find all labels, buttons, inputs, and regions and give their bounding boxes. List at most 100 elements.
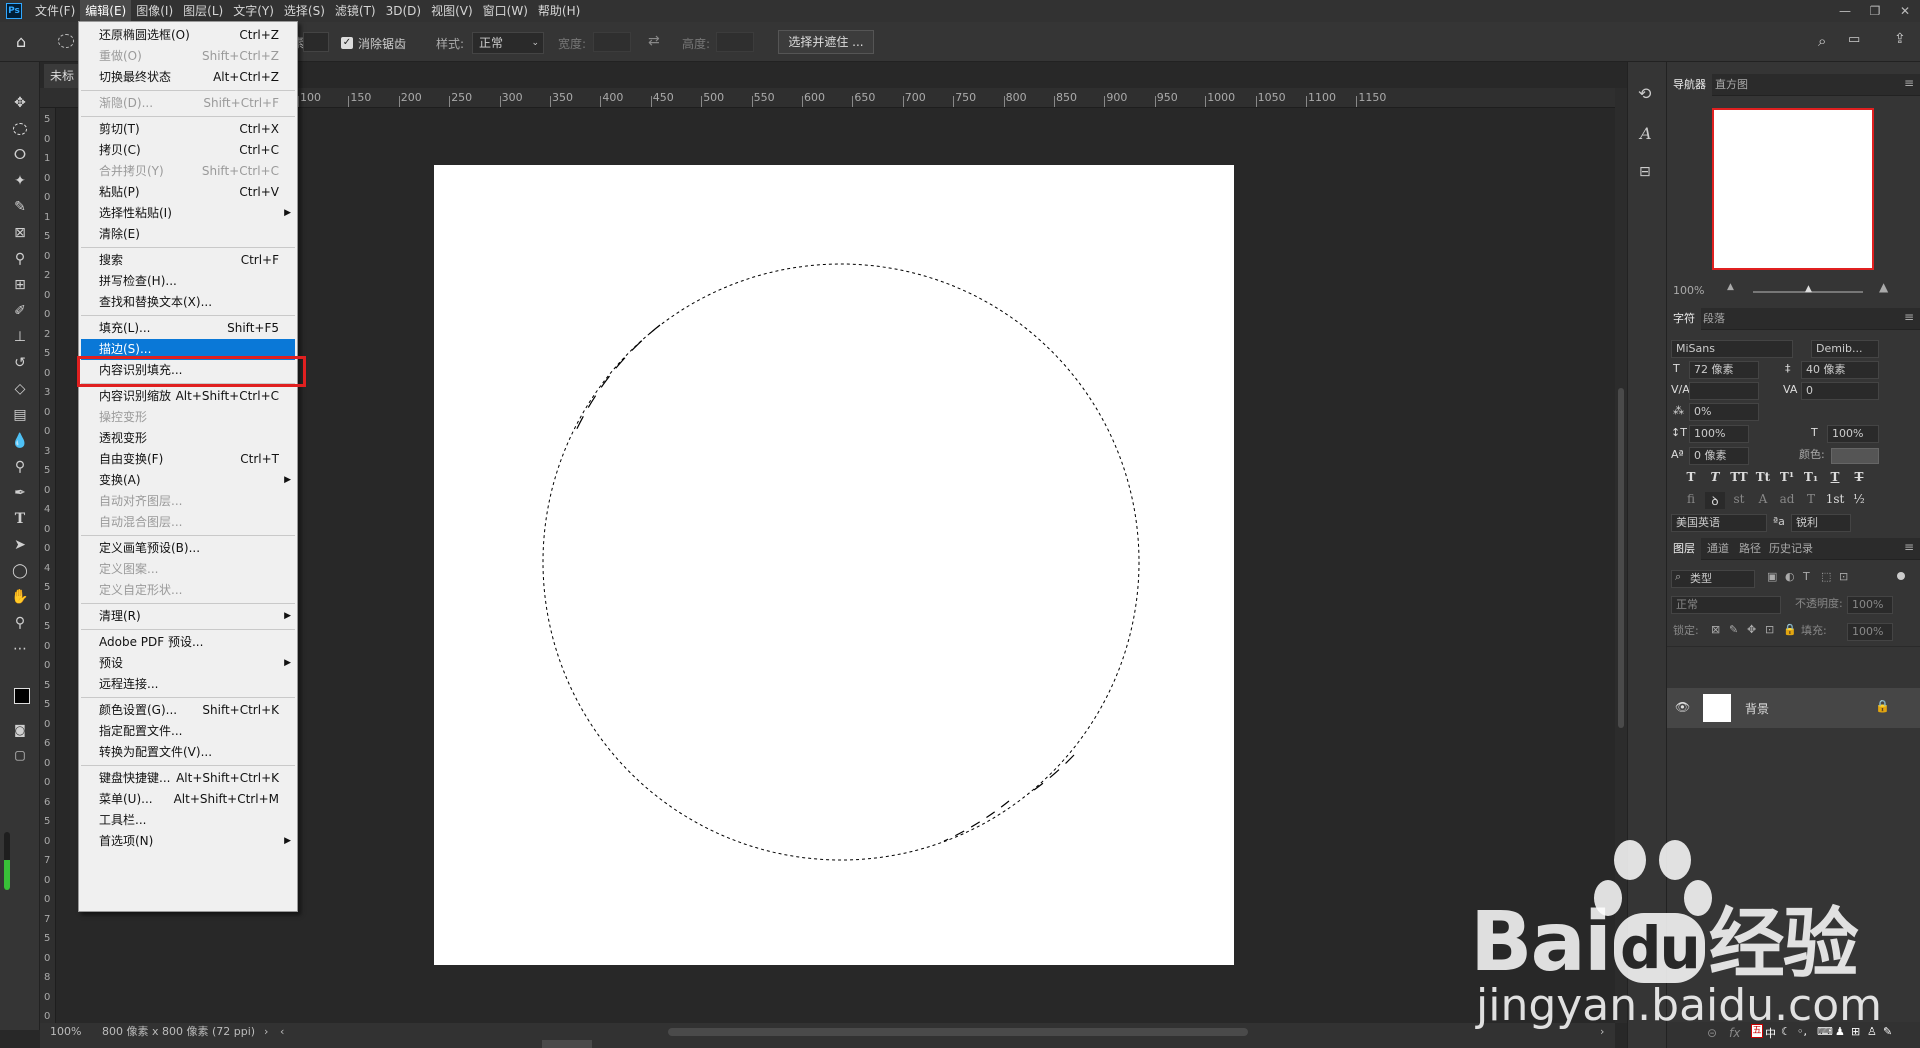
layer-name[interactable]: 背景 (1745, 700, 1769, 717)
height-input[interactable] (716, 32, 754, 52)
type-style-button[interactable]: TT (1729, 470, 1749, 484)
kerning-field[interactable] (1689, 382, 1759, 400)
edit-menu-item[interactable]: 拷贝(C) Ctrl+C (81, 140, 295, 161)
workspace-icon[interactable]: ▭ (1848, 32, 1860, 47)
menu-7[interactable]: 3D(D) (381, 0, 426, 22)
feather-input[interactable] (303, 32, 329, 52)
magic-wand-tool-icon[interactable]: ✦ (0, 168, 40, 194)
screen-mode-icon[interactable]: ▢ (0, 742, 40, 768)
brush-tool-icon[interactable]: ✐ (0, 298, 40, 324)
eye-icon[interactable]: 👁 (1675, 700, 1690, 714)
dodge-tool-icon[interactable]: ⚲ (0, 454, 40, 480)
style-select[interactable]: 正常 ⌄ (472, 32, 544, 54)
link-layers-icon[interactable]: ⊝ (1707, 1026, 1717, 1040)
close-button[interactable]: ✕ (1890, 0, 1920, 22)
edit-menu-item[interactable]: 粘贴(P) Ctrl+V (81, 182, 295, 203)
edit-menu-item[interactable]: 转换为配置文件(V)... (81, 742, 295, 763)
antialias-checkbox[interactable]: ✓ (341, 37, 353, 49)
menu-8[interactable]: 视图(V) (426, 0, 478, 22)
chevron-right-icon[interactable]: › (264, 1023, 268, 1040)
swap-icon[interactable]: ⇄ (648, 33, 660, 49)
share-icon[interactable]: ⇪ (1894, 31, 1906, 47)
opentype-button[interactable]: fi (1681, 492, 1701, 506)
navigator-zoom[interactable]: 100% (1673, 282, 1704, 300)
width-input[interactable] (593, 32, 631, 52)
chevron-right-icon[interactable]: › (1600, 1023, 1604, 1040)
opentype-button[interactable]: A (1753, 492, 1773, 506)
edit-menu-item[interactable]: 清除(E) (81, 224, 295, 245)
edit-menu-item[interactable]: 变换(A) ▶ (81, 470, 295, 491)
clone-stamp-icon[interactable]: ⊥ (0, 324, 40, 350)
quick-mask-icon[interactable]: ◙ (0, 717, 40, 743)
pen-tool-icon[interactable]: ✒ (0, 480, 40, 506)
type-style-button[interactable]: T¹ (1777, 470, 1797, 484)
history-panel-icon[interactable]: ⟲ (1638, 84, 1651, 103)
healing-brush-icon[interactable]: ⊞ (0, 272, 40, 298)
tab-histogram[interactable]: 直方图 (1709, 74, 1754, 96)
lock-image-icon[interactable]: ✎ (1729, 623, 1738, 636)
font-style-select[interactable]: Demib... (1811, 340, 1879, 358)
path-select-icon[interactable]: ➤ (0, 532, 40, 558)
opentype-button[interactable]: st (1729, 492, 1749, 506)
edit-menu-item[interactable]: 首选项(N) ▶ (81, 831, 295, 852)
filter-type-icon[interactable]: T (1803, 570, 1810, 583)
edit-menu-item[interactable]: 菜单(U)... Alt+Shift+Ctrl+M (81, 789, 295, 810)
lock-all-icon[interactable]: 🔒 (1783, 623, 1797, 636)
lock-position-icon[interactable]: ✥ (1747, 623, 1756, 636)
document-canvas[interactable] (434, 165, 1234, 965)
marquee-tool-icon[interactable] (0, 116, 40, 142)
type-style-button[interactable]: T (1849, 470, 1869, 484)
fill-field[interactable]: 100% (1847, 623, 1893, 641)
edit-menu-item[interactable]: 内容识别缩放 Alt+Shift+Ctrl+C (81, 386, 295, 407)
tab-layers[interactable]: 图层 (1667, 538, 1701, 560)
blend-mode-select[interactable]: 正常 (1671, 596, 1781, 614)
edit-menu-item[interactable]: 选择性粘贴(I) ▶ (81, 203, 295, 224)
baseline-shift-field[interactable]: 0 像素 (1689, 447, 1749, 465)
edit-menu-item[interactable]: 还原椭圆选框(O) Ctrl+Z (81, 25, 295, 46)
opacity-field[interactable]: 100% (1847, 596, 1893, 614)
antialias-select[interactable]: 锐利 (1791, 514, 1851, 532)
lock-artboard-icon[interactable]: ⊡ (1765, 623, 1774, 636)
layer-row[interactable]: 👁 背景 🔒 (1667, 688, 1920, 728)
zoom-tool-icon[interactable]: ⚲ (0, 610, 40, 636)
vertical-scroll-thumb[interactable] (1618, 388, 1624, 728)
tsume-field[interactable]: 0% (1689, 403, 1759, 421)
search-icon[interactable]: ⌕ (1818, 32, 1826, 50)
panel-menu-icon[interactable]: ≡ (1904, 76, 1914, 90)
layer-filter-select[interactable]: 类型 (1671, 570, 1755, 588)
edit-menu-item[interactable]: 透视变形 (81, 428, 295, 449)
restore-button[interactable]: ❐ (1860, 0, 1890, 22)
horizontal-scale-field[interactable]: 100% (1827, 425, 1879, 443)
font-family-select[interactable]: MiSans (1671, 340, 1793, 358)
edit-menu-item[interactable]: 拼写检查(H)... (81, 271, 295, 292)
more-tools-icon[interactable]: ⋯ (0, 636, 40, 662)
edit-menu-item[interactable]: 查找和替换文本(X)... (81, 292, 295, 313)
select-and-mask-button[interactable]: 选择并遮住 ... (778, 30, 874, 54)
menu-9[interactable]: 窗口(W) (478, 0, 533, 22)
menu-1[interactable]: 编辑(E) (80, 0, 132, 22)
filter-toggle[interactable] (1897, 572, 1905, 580)
move-tool-icon[interactable]: ✥ (0, 90, 40, 116)
vertical-scrollbar[interactable] (1615, 88, 1627, 1023)
menu-6[interactable]: 滤镜(T) (330, 0, 381, 22)
text-color-swatch[interactable] (1831, 448, 1879, 464)
hand-tool-icon[interactable]: ✋ (0, 584, 40, 610)
type-style-button[interactable]: T (1825, 470, 1845, 484)
filter-adjustment-icon[interactable]: ◐ (1785, 570, 1795, 583)
tab-paragraph[interactable]: 段落 (1697, 308, 1731, 330)
menu-4[interactable]: 文字(Y) (228, 0, 279, 22)
edit-menu-item[interactable]: 颜色设置(G)... Shift+Ctrl+K (81, 700, 295, 721)
home-icon[interactable]: ⌂ (16, 32, 38, 52)
filter-pixel-icon[interactable]: ▣ (1767, 570, 1777, 583)
menu-2[interactable]: 图像(I) (131, 0, 178, 22)
horizontal-scroll-thumb[interactable] (668, 1028, 1248, 1036)
type-style-button[interactable]: T (1681, 470, 1701, 484)
opentype-button[interactable]: 1st (1825, 492, 1845, 506)
edit-menu-item[interactable]: Adobe PDF 预设... (81, 632, 295, 653)
type-tool-icon[interactable]: T (0, 506, 40, 532)
gradient-tool-icon[interactable]: ▤ (0, 402, 40, 428)
edit-menu-item[interactable]: 切换最终状态 Alt+Ctrl+Z (81, 67, 295, 88)
eraser-tool-icon[interactable]: ◇ (0, 376, 40, 402)
tab-character[interactable]: 字符 (1667, 308, 1701, 330)
filter-shape-icon[interactable]: ⬚ (1821, 570, 1831, 583)
